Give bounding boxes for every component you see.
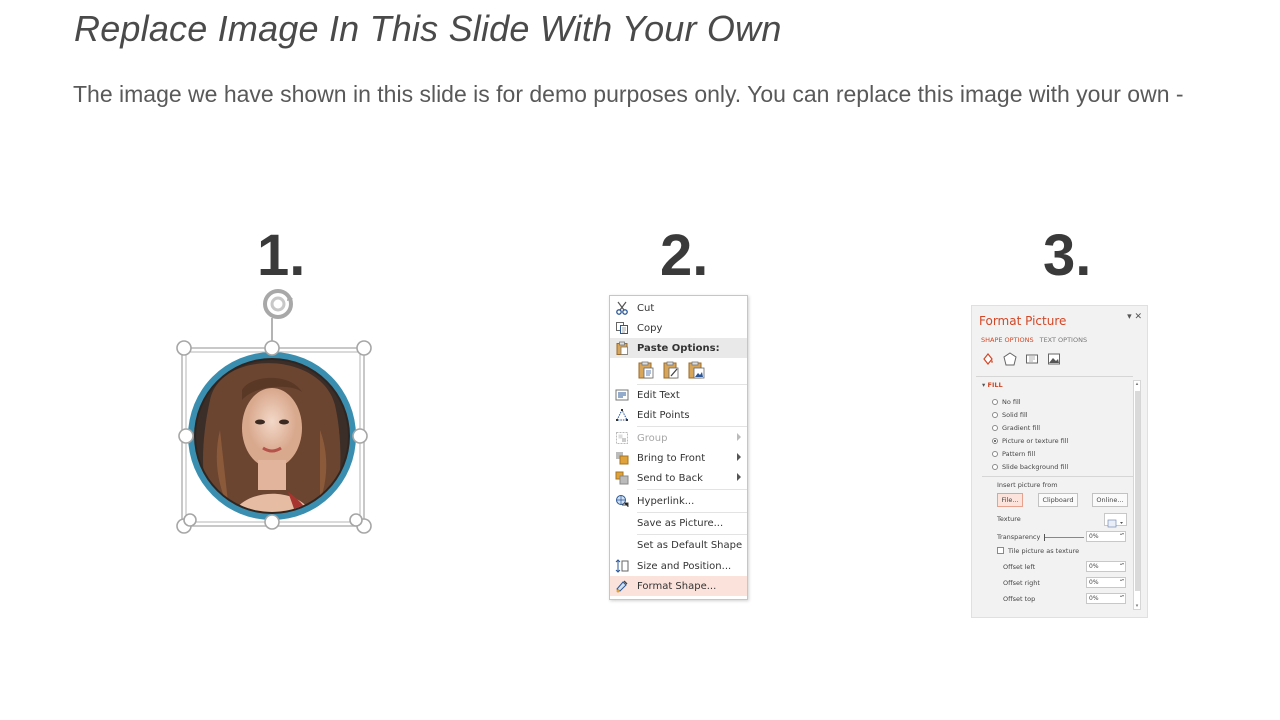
menu-item-label: Size and Position...: [637, 560, 732, 572]
menu-item-label: Hyperlink...: [637, 495, 695, 507]
scissors-icon: [610, 298, 634, 318]
copy-icon: [610, 318, 634, 338]
radio-no-fill[interactable]: No fill: [992, 398, 1021, 406]
pane-close-controls[interactable]: ▾ ✕: [1127, 312, 1142, 322]
scroll-thumb[interactable]: [1135, 391, 1140, 591]
clipboard-button[interactable]: Clipboard: [1038, 493, 1078, 507]
transparency-input[interactable]: 0%: [1086, 531, 1126, 542]
size-position-icon: [610, 556, 634, 576]
menu-item-label: Send to Back: [637, 472, 703, 484]
menu-item-edit-text[interactable]: Edit Text: [610, 385, 747, 405]
step-number-2: 2.: [660, 223, 709, 288]
slide-subtitle: The image we have shown in this slide is…: [73, 81, 1184, 107]
menu-item-hyperlink[interactable]: Hyperlink...: [610, 491, 747, 511]
context-menu: Cut Copy Paste Options: Edit Text Edit P…: [609, 295, 748, 600]
menu-item-format-shape[interactable]: Format Shape...: [610, 576, 747, 596]
scroll-down-icon[interactable]: ▾: [1134, 603, 1140, 609]
tab-text-options[interactable]: TEXT OPTIONS: [1040, 336, 1087, 344]
menu-item-bring-to-front[interactable]: Bring to Front: [610, 448, 747, 468]
menu-item-label: Format Shape...: [637, 580, 717, 592]
offset-left-input[interactable]: 0%: [1086, 561, 1126, 572]
menu-item-label: Edit Text: [637, 389, 680, 401]
size-properties-icon[interactable]: [1025, 351, 1039, 365]
pane-divider: [982, 476, 1133, 477]
texture-dropdown[interactable]: [1104, 513, 1127, 528]
menu-separator: [637, 426, 747, 427]
radio-solid-fill[interactable]: Solid fill: [992, 411, 1028, 419]
hyperlink-icon: [610, 491, 634, 511]
tile-picture-checkbox[interactable]: [997, 547, 1004, 554]
texture-label: Texture: [997, 515, 1021, 523]
texture-swatch-icon: [1107, 519, 1123, 528]
paste-use-destination-icon[interactable]: [662, 361, 681, 380]
paste-option-icons: [637, 361, 706, 380]
paste-keep-formatting-icon[interactable]: [637, 361, 656, 380]
insert-picture-from-label: Insert picture from: [997, 481, 1058, 489]
pane-tabs: SHAPE OPTIONS TEXT OPTIONS: [981, 336, 1087, 344]
pane-title: Format Picture: [979, 314, 1067, 328]
submenu-arrow-icon: [737, 453, 741, 461]
pane-divider: [976, 376, 1133, 377]
selected-picture[interactable]: [170, 280, 385, 540]
radio-slide-background-fill[interactable]: Slide background fill: [992, 463, 1068, 471]
submenu-arrow-icon: [737, 473, 741, 481]
tile-picture-label: Tile picture as texture: [1008, 547, 1080, 555]
offset-top-input[interactable]: 0%: [1086, 593, 1126, 604]
edit-text-icon: [610, 385, 634, 405]
radio-picture-texture-fill[interactable]: Picture or texture fill: [992, 437, 1068, 445]
submenu-arrow-icon: [737, 433, 741, 441]
paste-picture-icon[interactable]: [687, 361, 706, 380]
scroll-up-icon[interactable]: ▴: [1134, 381, 1140, 387]
format-picture-pane: Format Picture ▾ ✕ SHAPE OPTIONS TEXT OP…: [971, 305, 1148, 618]
menu-item-edit-points[interactable]: Edit Points: [610, 405, 747, 425]
transparency-slider[interactable]: [1044, 534, 1084, 541]
menu-item-label: Cut: [637, 302, 655, 314]
edit-points-icon: [610, 405, 634, 425]
menu-paste-options-header: Paste Options:: [610, 338, 747, 358]
offset-left-label: Offset left: [1003, 563, 1036, 571]
radio-pattern-fill[interactable]: Pattern fill: [992, 450, 1035, 458]
format-shape-icon: [610, 576, 634, 596]
offset-top-label: Offset top: [1003, 595, 1036, 603]
menu-item-label: Set as Default Shape: [637, 539, 743, 551]
tab-shape-options[interactable]: SHAPE OPTIONS: [981, 336, 1034, 344]
bring-front-icon: [610, 448, 634, 468]
menu-item-send-to-back[interactable]: Send to Back: [610, 468, 747, 488]
menu-item-cut[interactable]: Cut: [610, 298, 747, 318]
menu-item-group: Group: [610, 428, 747, 448]
clipboard-icon: [610, 338, 634, 358]
step-number-1: 1.: [257, 223, 306, 288]
picture-icon[interactable]: [1047, 351, 1061, 365]
file-button[interactable]: File...: [997, 493, 1023, 507]
menu-item-label: Group: [637, 432, 668, 444]
menu-item-label: Save as Picture...: [637, 517, 724, 529]
menu-item-label: Copy: [637, 322, 663, 334]
offset-right-input[interactable]: 0%: [1086, 577, 1126, 588]
pane-category-icons: [981, 351, 1061, 366]
slide-title: Replace Image In This Slide With Your Ow…: [74, 8, 782, 49]
step-number-3: 3.: [1043, 223, 1092, 288]
menu-item-copy[interactable]: Copy: [610, 318, 747, 338]
menu-item-save-as-picture[interactable]: Save as Picture...: [610, 513, 747, 533]
effects-icon[interactable]: [1003, 351, 1017, 366]
transparency-label: Transparency: [997, 533, 1041, 541]
online-button[interactable]: Online...: [1092, 493, 1128, 507]
menu-item-label: Paste Options:: [637, 342, 720, 354]
radio-gradient-fill[interactable]: Gradient fill: [992, 424, 1040, 432]
menu-item-set-default-shape[interactable]: Set as Default Shape: [610, 535, 747, 555]
pane-scrollbar[interactable]: ▴ ▾: [1133, 380, 1141, 610]
fill-section-header[interactable]: ▾ FILL: [982, 381, 1003, 389]
menu-item-label: Bring to Front: [637, 452, 706, 464]
menu-item-label: Edit Points: [637, 409, 690, 421]
offset-right-label: Offset right: [1003, 579, 1040, 587]
menu-item-size-and-position[interactable]: Size and Position...: [610, 556, 747, 576]
fill-line-icon[interactable]: [981, 351, 995, 365]
rotate-handle-icon[interactable]: [263, 289, 293, 348]
send-back-icon: [610, 468, 634, 488]
group-icon: [610, 428, 634, 448]
portrait-image: [188, 352, 356, 520]
menu-separator: [637, 489, 747, 490]
